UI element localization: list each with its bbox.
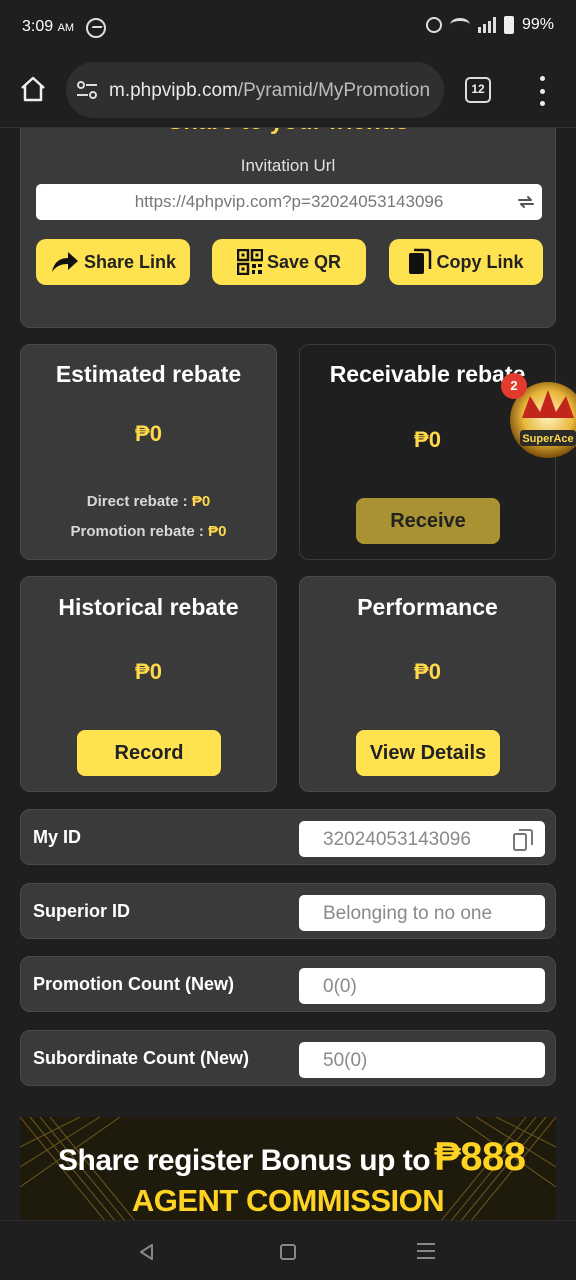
- site-settings-icon[interactable]: [76, 81, 98, 99]
- battery-level: 99%: [521, 16, 554, 33]
- my-id-label: My ID: [33, 827, 82, 847]
- share-arrow-icon: [51, 252, 78, 272]
- performance-card: Performance ₱0 View Details: [299, 576, 556, 792]
- recent-apps-icon[interactable]: [417, 1243, 435, 1259]
- copy-link-button[interactable]: Copy Link: [389, 239, 543, 285]
- share-card: Share to your friends Invitation Url htt…: [20, 128, 556, 328]
- page-content: Share to your friends Invitation Url htt…: [0, 128, 576, 1220]
- signal-icon: [477, 17, 496, 33]
- promotion-count-label: Promotion Count (New): [33, 974, 234, 994]
- my-id-row: My ID 32024053143096: [20, 809, 556, 865]
- subordinate-count-row: Subordinate Count (New) 50(0): [20, 1030, 556, 1086]
- banner-headline: Share register Bonus up to ₱888: [58, 1135, 526, 1179]
- back-icon[interactable]: [138, 1243, 156, 1261]
- refresh-icon[interactable]: [516, 192, 536, 212]
- save-qr-button[interactable]: Save QR: [212, 239, 366, 285]
- battery-icon: [503, 16, 514, 34]
- system-navigation-bar: [0, 1220, 576, 1280]
- historical-rebate-title: Historical rebate: [58, 594, 239, 620]
- subordinate-count-field[interactable]: 50(0): [299, 1042, 545, 1078]
- performance-title: Performance: [357, 594, 498, 620]
- record-button[interactable]: Record: [77, 730, 221, 776]
- promotion-count-field[interactable]: 0(0): [299, 968, 545, 1004]
- performance-value: ₱0: [414, 659, 441, 684]
- banner-subheadline: AGENT COMMISSION: [131, 1183, 445, 1218]
- superior-id-row: Superior ID Belonging to no one: [20, 883, 556, 939]
- estimated-rebate-card: Estimated rebate ₱0 Direct rebate : ₱0 P…: [20, 344, 277, 560]
- qr-code-icon: [236, 249, 263, 275]
- superior-id-field[interactable]: Belonging to no one: [299, 895, 545, 931]
- status-time: 3:09 AM: [22, 18, 75, 35]
- my-id-field[interactable]: 32024053143096: [299, 821, 545, 857]
- historical-rebate-value: ₱0: [135, 659, 162, 684]
- alarm-icon: [425, 17, 442, 33]
- home-nav-icon[interactable]: [280, 1244, 296, 1260]
- subordinate-count-label: Subordinate Count (New): [33, 1048, 249, 1068]
- url-text: m.phpvipb.com/Pyramid/MyPromotion: [109, 80, 431, 101]
- agent-commission-banner[interactable]: Share register Bonus up to ₱888 AGENT COM…: [20, 1117, 556, 1220]
- invitation-url-field[interactable]: https://4phpvip.com?p=32024053143096: [36, 184, 542, 220]
- superior-id-label: Superior ID: [33, 901, 131, 921]
- address-bar[interactable]: m.phpvipb.com/Pyramid/MyPromotion: [66, 62, 444, 118]
- share-title: Share to your friends: [21, 128, 555, 136]
- estimated-rebate-value: ₱0: [135, 421, 162, 446]
- status-bar: 3:09 AM 99%: [0, 0, 576, 56]
- receive-button[interactable]: Receive: [356, 498, 500, 544]
- home-icon[interactable]: [18, 74, 48, 104]
- copy-icon: [409, 248, 432, 274]
- invitation-url-label: Invitation Url: [240, 156, 336, 175]
- share-link-button[interactable]: Share Link: [36, 239, 190, 285]
- messenger-icon: [86, 18, 106, 38]
- browser-menu-icon[interactable]: [537, 76, 547, 106]
- view-details-button[interactable]: View Details: [356, 730, 500, 776]
- svg-text:SuperAce: SuperAce: [522, 433, 573, 445]
- wifi-icon: [449, 18, 470, 32]
- promotion-rebate-line: Promotion rebate : ₱0: [70, 523, 227, 540]
- historical-rebate-card: Historical rebate ₱0 Record: [20, 576, 277, 792]
- notification-count-badge: 2: [501, 373, 527, 399]
- copy-id-icon[interactable]: [513, 829, 533, 851]
- estimated-rebate-title: Estimated rebate: [55, 361, 242, 387]
- promotion-count-row: Promotion Count (New) 0(0): [20, 956, 556, 1012]
- direct-rebate-line: Direct rebate : ₱0: [86, 493, 211, 510]
- tab-switcher-button[interactable]: 12: [465, 77, 491, 103]
- browser-toolbar: m.phpvipb.com/Pyramid/MyPromotion 12: [0, 56, 576, 128]
